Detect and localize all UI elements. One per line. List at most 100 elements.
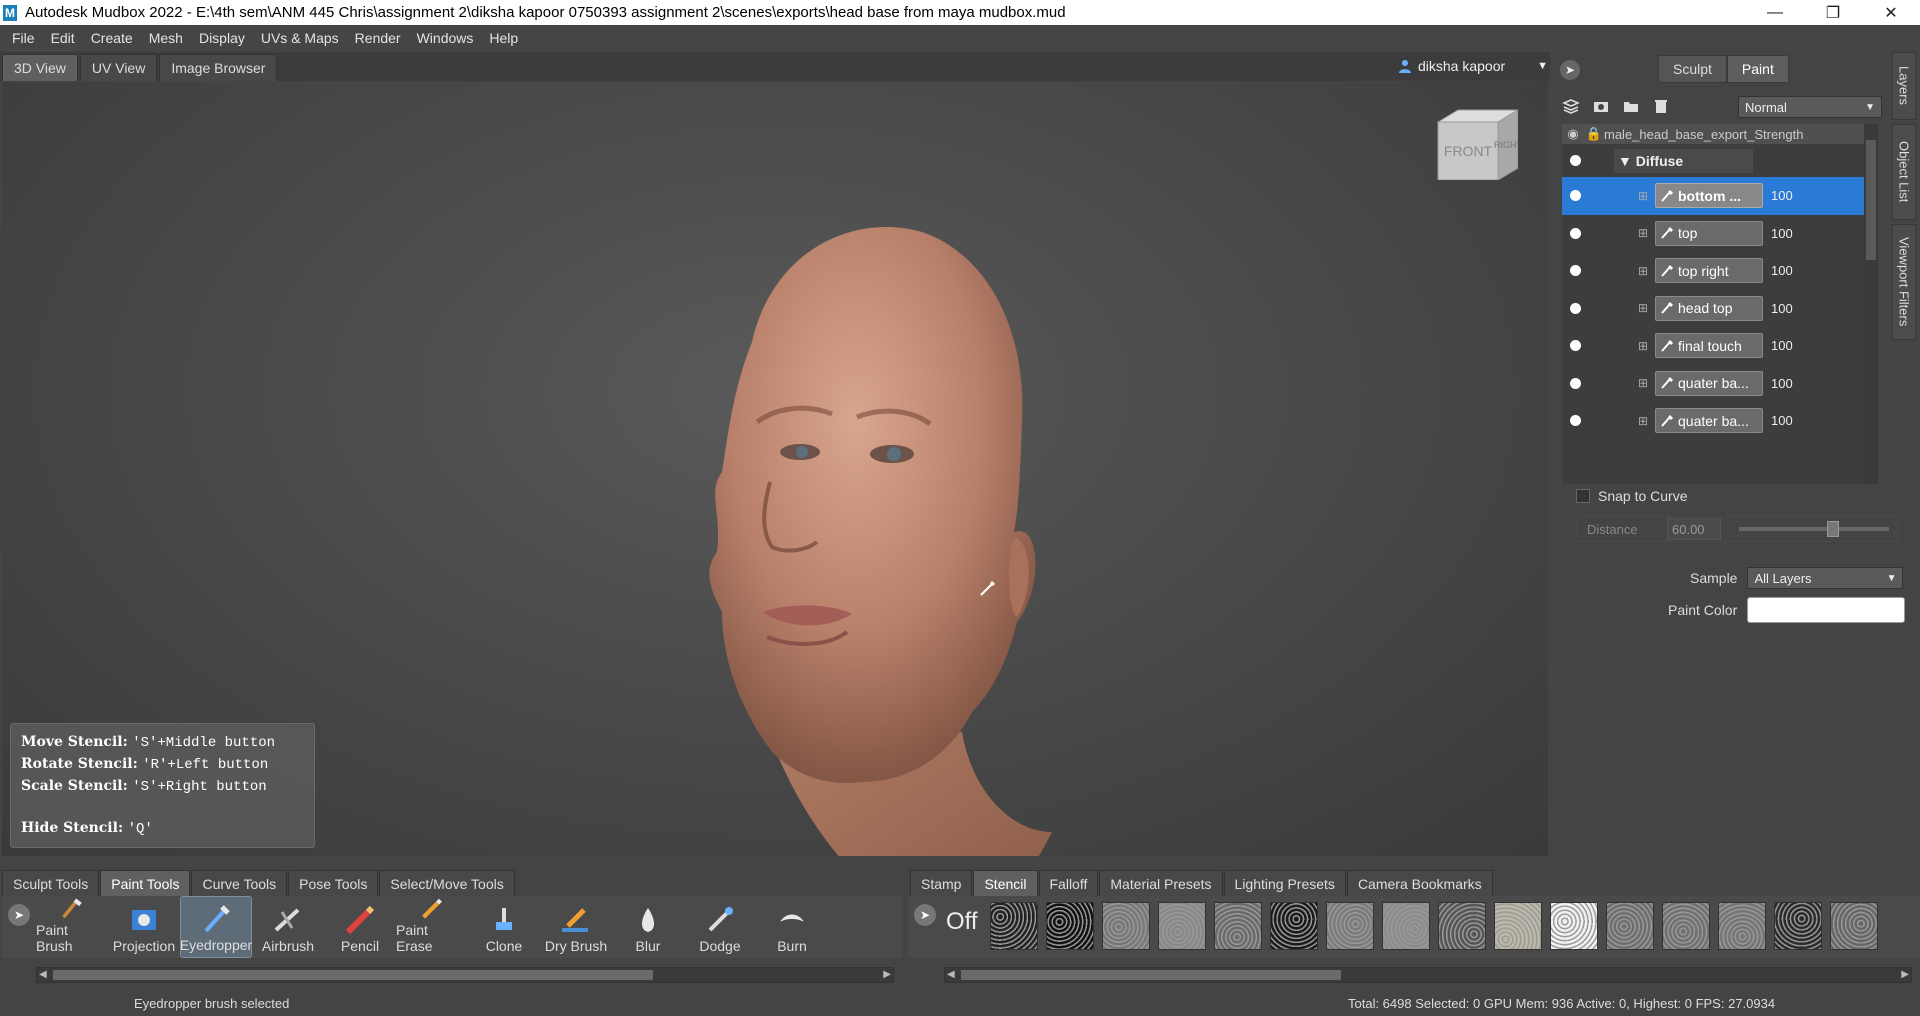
scrollbar-thumb[interactable] — [961, 970, 1341, 980]
menu-display[interactable]: Display — [191, 30, 253, 46]
tools-scrollbar[interactable]: ◀ ▶ — [36, 967, 894, 983]
visibility-toggle[interactable] — [1562, 340, 1588, 352]
tab-select-move-tools[interactable]: Select/Move Tools — [379, 870, 515, 896]
tool-clone[interactable]: Clone — [468, 896, 540, 958]
stencil-thumbnail[interactable] — [1717, 902, 1766, 950]
layer-name-chip[interactable]: final touch — [1655, 333, 1763, 359]
visibility-toggle[interactable] — [1562, 265, 1588, 277]
expand-icon[interactable]: ⊞ — [1638, 189, 1650, 203]
expand-icon[interactable]: ⊞ — [1638, 376, 1650, 390]
stencil-thumbnail[interactable] — [1437, 902, 1486, 950]
eye-icon[interactable]: ◉ — [1562, 126, 1584, 142]
tab-paint-tools[interactable]: Paint Tools — [100, 870, 191, 896]
tool-burn[interactable]: Burn — [756, 896, 828, 958]
paint-color-swatch[interactable] — [1747, 597, 1906, 623]
distance-input[interactable]: 60.00 — [1667, 518, 1721, 540]
scrollbar-thumb[interactable] — [1866, 140, 1876, 260]
expand-icon[interactable]: ⊞ — [1638, 226, 1650, 240]
tab-pose-tools[interactable]: Pose Tools — [288, 870, 379, 896]
folder-icon[interactable] — [1622, 97, 1640, 115]
tray-expand-icon[interactable]: ➤ — [914, 904, 936, 926]
tab-falloff[interactable]: Falloff — [1038, 870, 1099, 896]
snap-to-curve-checkbox[interactable] — [1576, 489, 1590, 503]
layer-opacity[interactable]: 100 — [1771, 413, 1793, 428]
tab-lighting-presets[interactable]: Lighting Presets — [1223, 870, 1346, 896]
3d-viewport[interactable]: FRONT RIGHT Move S — [2, 82, 1548, 856]
tab-stencil[interactable]: Stencil — [973, 870, 1038, 896]
sample-select[interactable]: All Layers ▼ — [1747, 567, 1904, 589]
menu-render[interactable]: Render — [347, 30, 409, 46]
tool-paint-erase[interactable]: Paint Erase — [396, 896, 468, 958]
menu-uvs-maps[interactable]: UVs & Maps — [253, 30, 347, 46]
visibility-toggle[interactable] — [1562, 415, 1588, 427]
stencil-off-button[interactable]: Off — [946, 908, 978, 936]
stencil-thumbnail[interactable] — [1381, 902, 1430, 950]
tool-dry-brush[interactable]: Dry Brush — [540, 896, 612, 958]
side-tab-layers[interactable]: Layers — [1892, 52, 1916, 120]
visibility-toggle[interactable] — [1562, 227, 1588, 239]
tab-paint[interactable]: Paint — [1726, 55, 1789, 83]
tool-eyedropper[interactable]: Eyedropper — [180, 896, 252, 958]
blend-mode-select[interactable]: Normal ▼ — [1738, 96, 1882, 118]
side-tab-viewport-filters[interactable]: Viewport Filters — [1892, 224, 1916, 340]
stencil-thumbnail[interactable] — [1045, 902, 1094, 950]
stencil-thumbnail[interactable] — [1493, 902, 1542, 950]
tool-airbrush[interactable]: Airbrush — [252, 896, 324, 958]
stencil-thumbnail[interactable] — [989, 902, 1038, 950]
tool-dodge[interactable]: Dodge — [684, 896, 756, 958]
layer-opacity[interactable]: 100 — [1771, 188, 1793, 203]
stencil-thumbnail[interactable] — [1101, 902, 1150, 950]
visibility-toggle[interactable] — [1562, 190, 1588, 202]
menu-windows[interactable]: Windows — [409, 30, 482, 46]
layer-scrollbar[interactable] — [1864, 124, 1878, 484]
restore-icon[interactable]: ❐ — [1804, 0, 1862, 25]
layer-row[interactable]: ⊞ final touch 100 — [1562, 327, 1872, 365]
tool-pencil[interactable]: Pencil — [324, 896, 396, 958]
tab-uv-view[interactable]: UV View — [79, 54, 158, 81]
layer-name-chip[interactable]: quater ba... — [1655, 408, 1763, 434]
layer-name-chip[interactable]: bottom ... — [1655, 183, 1763, 209]
channel-row[interactable]: ▼ Diffuse — [1562, 144, 1872, 177]
expand-icon[interactable]: ⊞ — [1638, 414, 1650, 428]
tool-paint-brush[interactable]: Paint Brush — [36, 896, 108, 958]
menu-help[interactable]: Help — [481, 30, 526, 46]
layer-opacity[interactable]: 100 — [1771, 226, 1793, 241]
stencil-thumbnail[interactable] — [1213, 902, 1262, 950]
tab-curve-tools[interactable]: Curve Tools — [191, 870, 288, 896]
stencil-thumbnail[interactable] — [1549, 902, 1598, 950]
stencil-thumbnail[interactable] — [1325, 902, 1374, 950]
layer-name-chip[interactable]: top — [1655, 220, 1763, 246]
layer-row[interactable]: ⊞ quater ba... 100 — [1562, 365, 1872, 403]
side-tab-object-list[interactable]: Object List — [1892, 124, 1916, 220]
stencil-thumbnail[interactable] — [1157, 902, 1206, 950]
expand-icon[interactable]: ⊞ — [1638, 301, 1650, 315]
tab-camera-bookmarks[interactable]: Camera Bookmarks — [1346, 870, 1493, 896]
layers-icon[interactable] — [1562, 97, 1580, 115]
menu-edit[interactable]: Edit — [43, 30, 83, 46]
scroll-left-icon[interactable]: ◀ — [39, 969, 47, 980]
scroll-right-icon[interactable]: ▶ — [883, 969, 891, 980]
tab-sculpt-tools[interactable]: Sculpt Tools — [2, 870, 100, 896]
layer-opacity[interactable]: 100 — [1771, 376, 1793, 391]
lock-icon[interactable]: 🔒 — [1584, 126, 1604, 142]
visibility-toggle[interactable] — [1562, 302, 1588, 314]
expand-arrow-icon[interactable]: ➤ — [1560, 60, 1580, 80]
user-menu[interactable]: diksha kapoor ▼ — [1398, 54, 1548, 78]
layer-opacity[interactable]: 100 — [1771, 263, 1793, 278]
stencil-scrollbar[interactable]: ◀ ▶ — [944, 967, 1912, 983]
layer-name-chip[interactable]: top right — [1655, 258, 1763, 284]
layer-row[interactable]: ⊞ quater ba... 100 — [1562, 402, 1872, 440]
trash-icon[interactable] — [1652, 97, 1670, 115]
visibility-toggle[interactable] — [1562, 377, 1588, 389]
stencil-thumbnail[interactable] — [1661, 902, 1710, 950]
menu-mesh[interactable]: Mesh — [141, 30, 191, 46]
expand-icon[interactable]: ⊞ — [1638, 339, 1650, 353]
stencil-thumbnail[interactable] — [1773, 902, 1822, 950]
scrollbar-thumb[interactable] — [53, 970, 653, 980]
camera-icon[interactable] — [1592, 97, 1610, 115]
scroll-right-icon[interactable]: ▶ — [1901, 969, 1909, 980]
layer-row[interactable]: ⊞ head top 100 — [1562, 290, 1872, 328]
layer-row[interactable]: ⊞ bottom ... 100 — [1562, 177, 1872, 215]
view-cube[interactable]: FRONT RIGHT — [1436, 108, 1518, 180]
visibility-toggle[interactable] — [1562, 155, 1588, 166]
